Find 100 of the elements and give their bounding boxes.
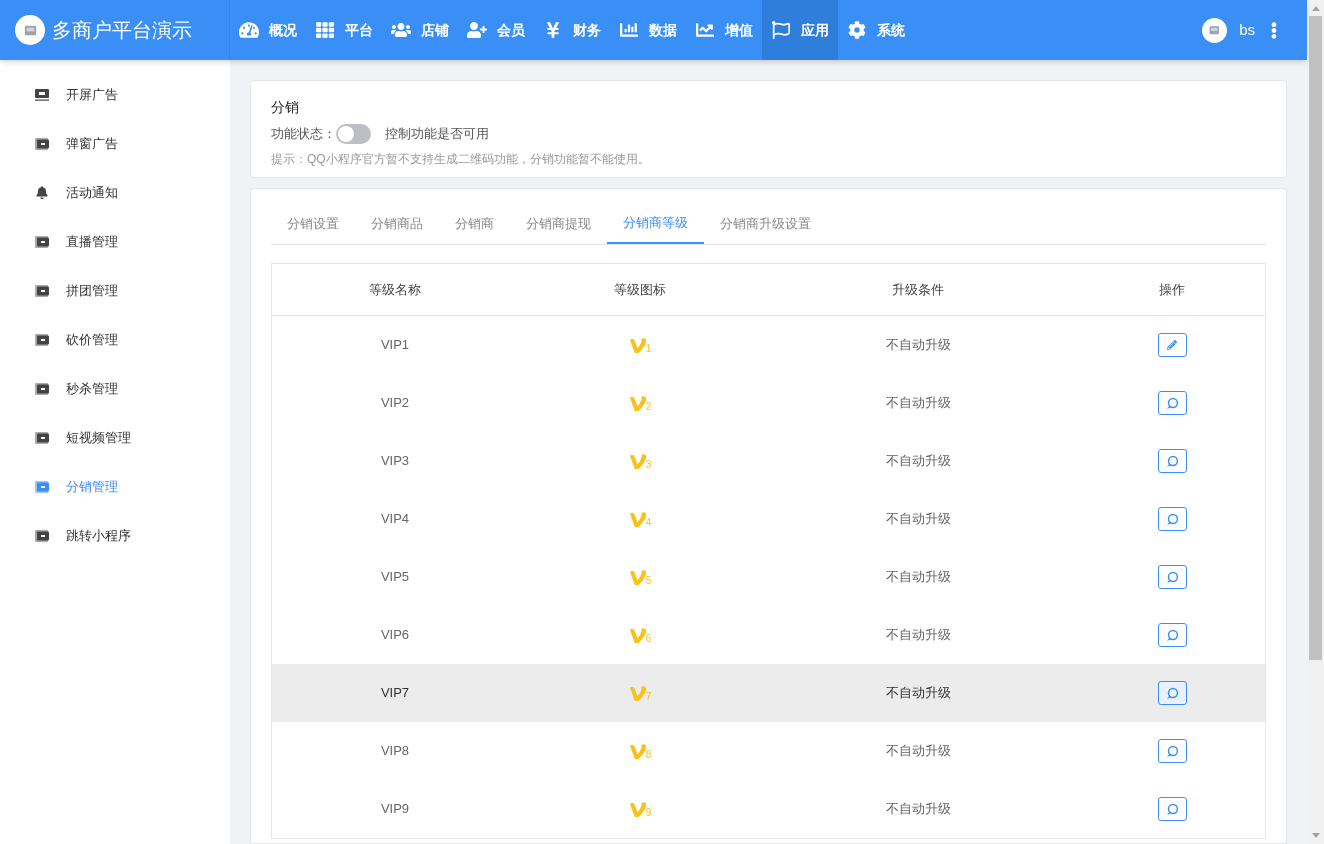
- v-badge-icon: [628, 336, 648, 354]
- table-cell-text: VIP9: [379, 800, 411, 819]
- nav-tab[interactable]: 财务: [534, 0, 610, 60]
- refresh-button[interactable]: [1157, 739, 1187, 763]
- logo-icon: [15, 15, 45, 45]
- nav-tab[interactable]: 应用: [762, 0, 838, 60]
- sidebar-item[interactable]: 分销管理: [0, 462, 230, 511]
- nav-tab[interactable]: 增值: [686, 0, 762, 60]
- tab[interactable]: 分销商升级设置: [704, 203, 827, 244]
- screen-icon: [35, 480, 49, 493]
- table-cell-text: 不自动升级: [884, 452, 952, 471]
- v-badge-icon: [628, 394, 648, 412]
- tab[interactable]: 分销商提现: [510, 203, 607, 244]
- flag-icon: [771, 21, 791, 39]
- sidebar-item[interactable]: 活动通知: [0, 168, 230, 217]
- level-number: 3: [645, 459, 652, 470]
- refresh-button[interactable]: [1157, 449, 1187, 473]
- tab[interactable]: 分销商: [439, 203, 510, 244]
- status-label: 功能状态：: [271, 125, 336, 144]
- brand-title: 多商户平台演示: [52, 18, 192, 43]
- refresh-button[interactable]: [1157, 507, 1187, 531]
- refresh-button[interactable]: [1157, 565, 1187, 589]
- sidebar-item[interactable]: 直播管理: [0, 217, 230, 266]
- toggle-caption: 控制功能是否可用: [385, 125, 489, 144]
- table-cell-text: 不自动升级: [884, 568, 952, 587]
- scrollbar[interactable]: [1307, 0, 1324, 844]
- user-name: bs: [1239, 19, 1255, 40]
- screen-icon: [35, 235, 49, 248]
- nav-tab[interactable]: 系统: [838, 0, 914, 60]
- v-badge-icon: [628, 800, 648, 818]
- sidebar-item[interactable]: 弹窗广告: [0, 119, 230, 168]
- level-number: 4: [645, 517, 652, 528]
- screen-icon: [35, 333, 49, 346]
- edit-button[interactable]: [1157, 333, 1187, 357]
- refresh-button[interactable]: [1157, 623, 1187, 647]
- bar-chart-icon: [619, 21, 639, 39]
- screen-icon: [35, 529, 49, 542]
- ad-icon: [35, 88, 49, 101]
- table-cell-text: VIP2: [379, 394, 411, 413]
- feature-toggle[interactable]: [336, 124, 371, 144]
- screen-icon: [35, 382, 49, 395]
- screen-icon: [35, 137, 49, 150]
- pencil-icon: [1167, 340, 1177, 350]
- table-cell-text: 不自动升级: [884, 626, 952, 645]
- scrollbar-thumb[interactable]: [1309, 16, 1322, 660]
- table-cell-text: VIP7: [379, 684, 411, 703]
- level-number: 1: [645, 343, 652, 354]
- column-header: 等级名称: [368, 280, 422, 299]
- table-cell-text: 不自动升级: [884, 800, 952, 819]
- refresh-button[interactable]: [1157, 391, 1187, 415]
- settings-icon: [847, 21, 867, 39]
- table-cell-text: 不自动升级: [884, 336, 952, 355]
- v-badge-icon: [628, 684, 648, 702]
- refresh-button[interactable]: [1157, 797, 1187, 821]
- sidebar-item[interactable]: 拼团管理: [0, 266, 230, 315]
- sidebar-item[interactable]: 短视频管理: [0, 413, 230, 462]
- scroll-down-icon[interactable]: [1311, 833, 1320, 838]
- v-badge-icon: [628, 510, 648, 528]
- sidebar-item[interactable]: 开屏广告: [0, 70, 230, 119]
- tab[interactable]: 分销商等级: [607, 203, 704, 244]
- sidebar-item[interactable]: 秒杀管理: [0, 364, 230, 413]
- v-badge-icon: [628, 742, 648, 760]
- screen-icon: [35, 284, 49, 297]
- nav-tab[interactable]: 店铺: [382, 0, 458, 60]
- column-header: 操作: [1158, 280, 1186, 299]
- line-chart-icon: [695, 21, 715, 39]
- table-cell-text: 不自动升级: [884, 742, 952, 761]
- nav-tab[interactable]: 数据: [610, 0, 686, 60]
- dashboard-icon: [239, 21, 259, 39]
- user-avatar: [1202, 17, 1228, 43]
- nav-tab[interactable]: 平台: [306, 0, 382, 60]
- table-cell-text: VIP8: [379, 742, 411, 761]
- table-cell-text: VIP1: [379, 336, 411, 355]
- sidebar-item[interactable]: 砍价管理: [0, 315, 230, 364]
- table-cell-text: 不自动升级: [884, 684, 952, 703]
- refresh-button[interactable]: [1157, 681, 1187, 705]
- table-cell-text: VIP3: [379, 452, 411, 471]
- table-cell-text: 不自动升级: [884, 394, 952, 413]
- tab[interactable]: 分销设置: [271, 203, 355, 244]
- column-header: 等级图标: [613, 280, 667, 299]
- level-number: 8: [645, 749, 652, 760]
- sidebar-item[interactable]: 跳转小程序: [0, 511, 230, 560]
- nav-tab[interactable]: 会员: [458, 0, 534, 60]
- v-badge-icon: [628, 626, 648, 644]
- table-cell-text: VIP4: [379, 510, 411, 529]
- add-user-icon: [467, 21, 487, 39]
- level-number: 9: [645, 807, 652, 818]
- level-number: 7: [645, 691, 652, 702]
- column-header: 升级条件: [891, 280, 945, 299]
- v-badge-icon: [628, 568, 648, 586]
- scroll-up-icon[interactable]: [1311, 6, 1320, 11]
- nav-tab[interactable]: 概况: [230, 0, 306, 60]
- users-icon: [391, 21, 411, 39]
- tab[interactable]: 分销商品: [355, 203, 439, 244]
- card-title: 分销: [271, 98, 300, 117]
- hint-text: 提示：QQ小程序官方暂不支持生成二维码功能，分销功能暂不能使用。: [271, 151, 651, 168]
- level-number: 6: [645, 633, 652, 644]
- table-cell-text: VIP6: [379, 626, 411, 645]
- level-number: 2: [645, 401, 652, 412]
- level-number: 5: [645, 575, 652, 586]
